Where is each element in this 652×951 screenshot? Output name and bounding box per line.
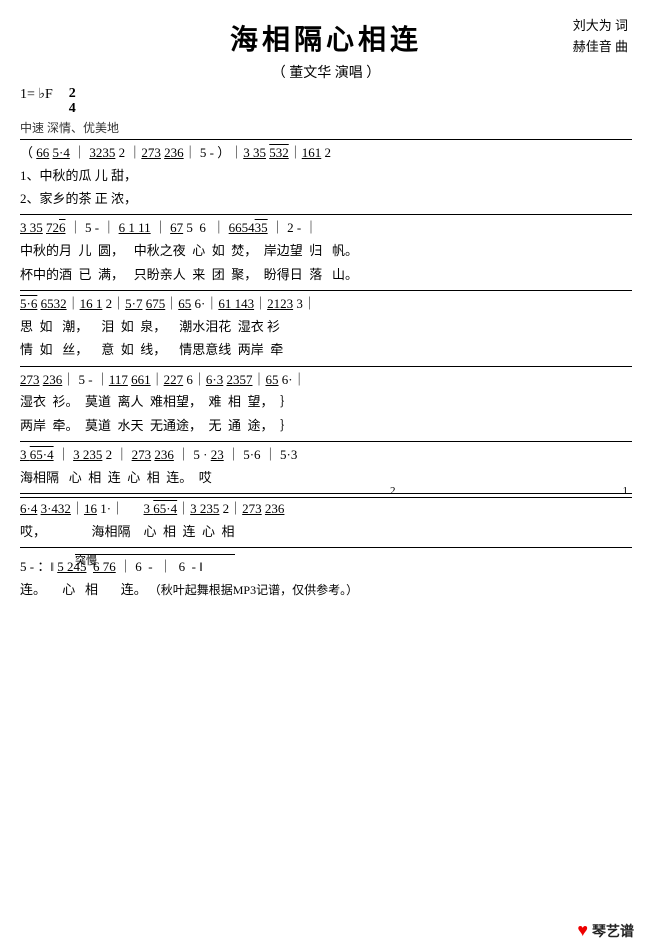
watermark-heart-icon: ♥ bbox=[577, 920, 588, 941]
lyrics-line-4a: 湿衣 衫。 莫道 离人 难相望， 难 相 望， ｝ bbox=[20, 390, 632, 413]
notation-line-3: 5·6 6532｜16 1 2｜5·7 675｜65 6·｜61 143｜212… bbox=[20, 294, 632, 315]
lyrics-line-6a: 哎， 海相隔 心 相 连 心 相 bbox=[20, 520, 632, 543]
lyrics-line-1a: 1、中秋的瓜 儿 甜， bbox=[20, 164, 632, 187]
section-1: （ 66 5·4 ｜ 3235 2 ｜273 236｜ 5 - ）｜3 35 5… bbox=[20, 143, 632, 211]
lyrics-line-2b: 杯中的酒 已 满， 只盼亲人 来 团 聚， 盼得日 落 山。 bbox=[20, 263, 632, 286]
credits: 刘大为 词 赫佳音 曲 bbox=[573, 16, 628, 58]
song-title: 海相隔心相连 bbox=[20, 18, 632, 58]
page: 刘大为 词 赫佳音 曲 海相隔心相连 （ 董文华 演唱 ） 1= ♭F 2 4 … bbox=[0, 0, 652, 951]
divider-7 bbox=[20, 547, 632, 548]
lyrics-line-2a: 中秋的月 儿 圆， 中秋之夜 心 如 焚， 岸边望 归 帆。 bbox=[20, 239, 632, 262]
notation-line-7: 5 - ：‖ 5 245 6 76 ｜ 6 - ｜ 6 - ‖ bbox=[20, 557, 632, 578]
song-subtitle: （ 董文华 演唱 ） bbox=[20, 62, 632, 82]
divider-4 bbox=[20, 366, 632, 367]
lyrics-line-3a: 思 如 潮， 泪 如 泉， 潮水泪花 湿衣 衫 bbox=[20, 315, 632, 338]
notation-line-1: （ 66 5·4 ｜ 3235 2 ｜273 236｜ 5 - ）｜3 35 5… bbox=[20, 143, 632, 164]
section-2: 3 35 726 ｜ 5 - ｜ 6 1 11 ｜ 67 5 6 ｜ 66543… bbox=[20, 218, 632, 286]
key-signature: 1= ♭F bbox=[20, 86, 53, 103]
section-4: 273 236｜ 5 - ｜117 661｜227 6｜6·3 2357｜65 … bbox=[20, 370, 632, 438]
section-5: 3 65·4 ｜ 3 235 2 ｜ 273 236 ｜ 5 · 23 ｜ 5·… bbox=[20, 445, 632, 489]
top-divider bbox=[20, 139, 632, 140]
section-3: 5·6 6532｜16 1 2｜5·7 675｜65 6·｜61 143｜212… bbox=[20, 294, 632, 362]
lyrics-line-7a: 连。 心 相 连。（秋叶起舞根据MP3记谱，仅供参考。） bbox=[20, 578, 632, 602]
divider-5 bbox=[20, 441, 632, 442]
lyrics-line-1b: 2、家乡的茶 正 浓， bbox=[20, 187, 632, 210]
divider-3 bbox=[20, 290, 632, 291]
notation-line-4: 273 236｜ 5 - ｜117 661｜227 6｜6·3 2357｜65 … bbox=[20, 370, 632, 391]
time-signature: 2 4 bbox=[69, 86, 76, 117]
notation-line-5: 3 65·4 ｜ 3 235 2 ｜ 273 236 ｜ 5 · 23 ｜ 5·… bbox=[20, 445, 632, 466]
lyrics-line-5a: 海相隔 心 相 连 心 相 连。 哎 bbox=[20, 466, 632, 489]
lyrics-line-3b: 情 如 丝， 意 如 线， 情思意线 两岸 牵 bbox=[20, 338, 632, 361]
notation-line-6: 6·4 3·432｜16 1·｜ 3 65·4｜3 235 2｜273 236 bbox=[20, 499, 632, 520]
lyricist-label: 刘大为 词 bbox=[573, 16, 628, 37]
divider-6 bbox=[20, 493, 632, 494]
notation-line-2: 3 35 726 ｜ 5 - ｜ 6 1 11 ｜ 67 5 6 ｜ 66543… bbox=[20, 218, 632, 239]
divider-2 bbox=[20, 214, 632, 215]
watermark-brand: 琴艺谱 bbox=[592, 921, 634, 941]
lyrics-line-4b: 两岸 牵。 莫道 水天 无通途， 无 通 途， ｝ bbox=[20, 414, 632, 437]
section-6: 1 2 6·4 3·432｜16 1·｜ 3 65·4｜3 235 2｜273 … bbox=[20, 497, 632, 543]
meta-row: 1= ♭F 2 4 bbox=[20, 86, 632, 117]
watermark: ♥ 琴艺谱 bbox=[577, 920, 634, 941]
composer-label: 赫佳音 曲 bbox=[573, 37, 628, 58]
section-7: 突慢 5 - ：‖ 5 245 6 76 ｜ 6 - ｜ 6 - ‖ 连。 心 … bbox=[20, 554, 632, 601]
tempo-marking: 中速 深情、优美地 bbox=[20, 119, 632, 136]
